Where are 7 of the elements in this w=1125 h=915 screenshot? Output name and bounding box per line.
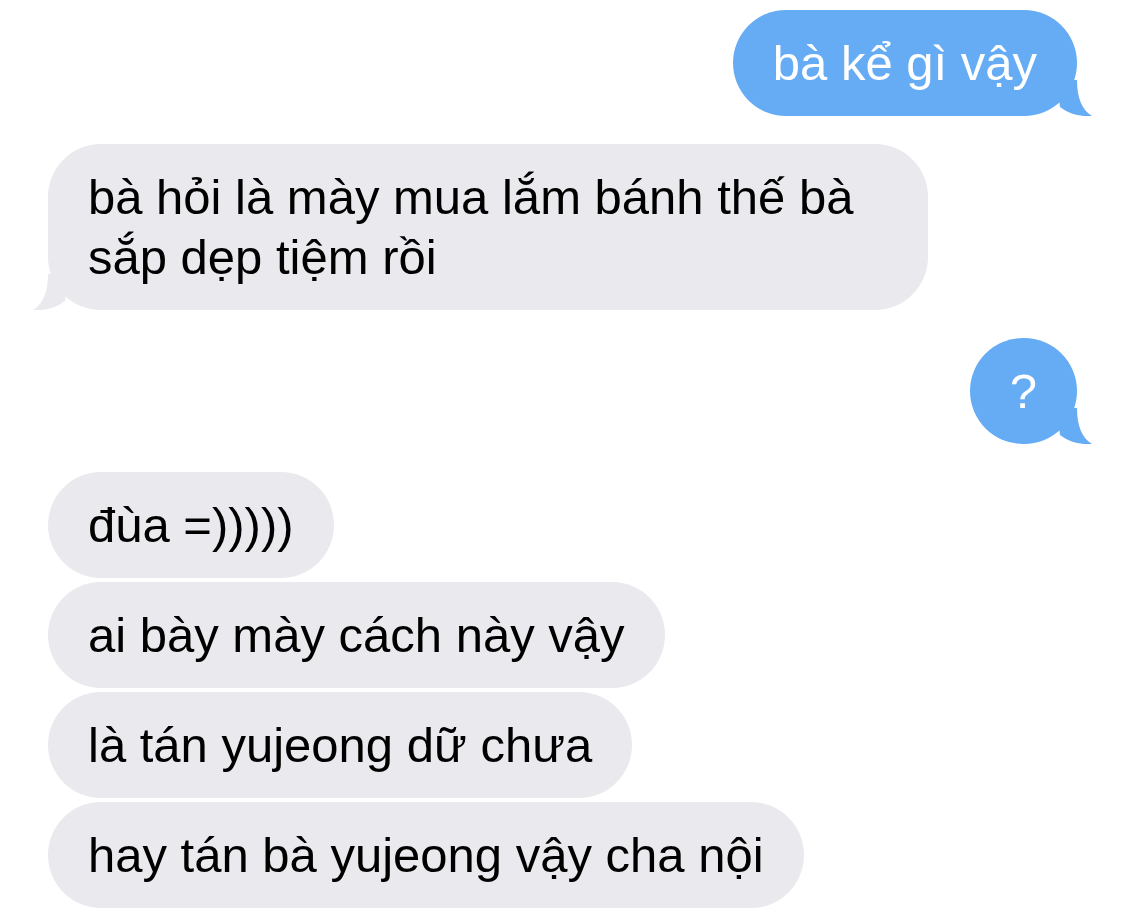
message-bubble: hay tán bà yujeong vậy cha nội [48,802,804,908]
message-bubble: bà hỏi là mày mua lắm bánh thế bà sắp dẹp tiệm rồi [48,144,928,310]
message-bubble: là tán yujeong dữ chưa [48,692,633,798]
message-bubble: ai bày mày cách này vậy [48,582,665,688]
message-bubble: đùa =))))) [48,472,334,578]
message-bubble: ? [969,338,1077,444]
message-bubble: bà kể gì vậy [732,10,1077,116]
